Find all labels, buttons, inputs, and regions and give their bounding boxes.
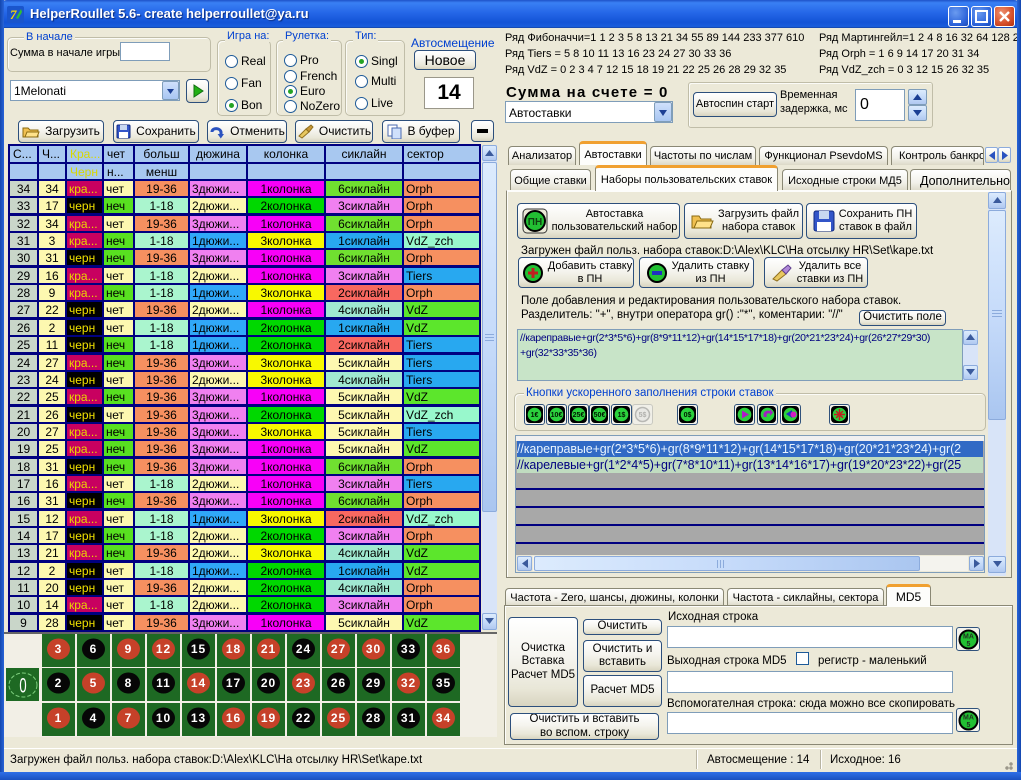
- svg-text:34: 34: [436, 711, 451, 725]
- svg-text:5$: 5$: [639, 412, 647, 419]
- svg-text:23: 23: [296, 676, 311, 690]
- svg-text:36: 36: [436, 642, 451, 656]
- svg-text:21: 21: [261, 642, 276, 656]
- svg-text:29: 29: [366, 676, 381, 690]
- svg-text:15: 15: [191, 642, 206, 656]
- svg-text:МА: МА: [963, 714, 974, 721]
- svg-text:18: 18: [226, 642, 241, 656]
- svg-text:31: 31: [401, 711, 416, 725]
- svg-text:16: 16: [226, 711, 241, 725]
- svg-text:35: 35: [436, 676, 451, 690]
- svg-text:МА: МА: [963, 633, 974, 640]
- svg-text:33: 33: [401, 642, 416, 656]
- svg-text:25€: 25€: [573, 412, 585, 419]
- svg-text:10€: 10€: [551, 412, 563, 419]
- svg-text:25: 25: [331, 711, 346, 725]
- svg-text:ПН: ПН: [527, 217, 541, 228]
- svg-text:1€: 1€: [531, 412, 539, 419]
- svg-text:7: 7: [10, 7, 17, 22]
- svg-text:22: 22: [296, 711, 311, 725]
- svg-text:5: 5: [966, 641, 970, 648]
- svg-text:0$: 0$: [684, 412, 692, 419]
- svg-text:6: 6: [90, 642, 98, 656]
- svg-text:5: 5: [90, 676, 98, 690]
- svg-text:14: 14: [191, 676, 206, 690]
- svg-text:11: 11: [156, 676, 171, 690]
- svg-text:32: 32: [401, 676, 416, 690]
- svg-text:24: 24: [296, 642, 311, 656]
- svg-text:9: 9: [125, 642, 133, 656]
- svg-text:8: 8: [125, 676, 133, 690]
- svg-text:7: 7: [125, 711, 133, 725]
- svg-text:10: 10: [156, 711, 171, 725]
- svg-text:50€: 50€: [594, 412, 606, 419]
- svg-text:2: 2: [55, 676, 63, 690]
- svg-text:12: 12: [156, 642, 171, 656]
- svg-text:17: 17: [226, 676, 241, 690]
- svg-text:27: 27: [331, 642, 346, 656]
- svg-text:3: 3: [55, 642, 63, 656]
- svg-text:28: 28: [366, 711, 381, 725]
- svg-text:1$: 1$: [618, 412, 626, 419]
- svg-text:20: 20: [261, 676, 276, 690]
- svg-text:19: 19: [261, 711, 276, 725]
- svg-text:26: 26: [331, 676, 346, 690]
- svg-text:13: 13: [191, 711, 206, 725]
- svg-text:30: 30: [366, 642, 381, 656]
- svg-text:4: 4: [90, 711, 98, 725]
- svg-text:1: 1: [55, 711, 63, 725]
- svg-text:0: 0: [19, 673, 26, 697]
- svg-text:5: 5: [966, 722, 970, 729]
